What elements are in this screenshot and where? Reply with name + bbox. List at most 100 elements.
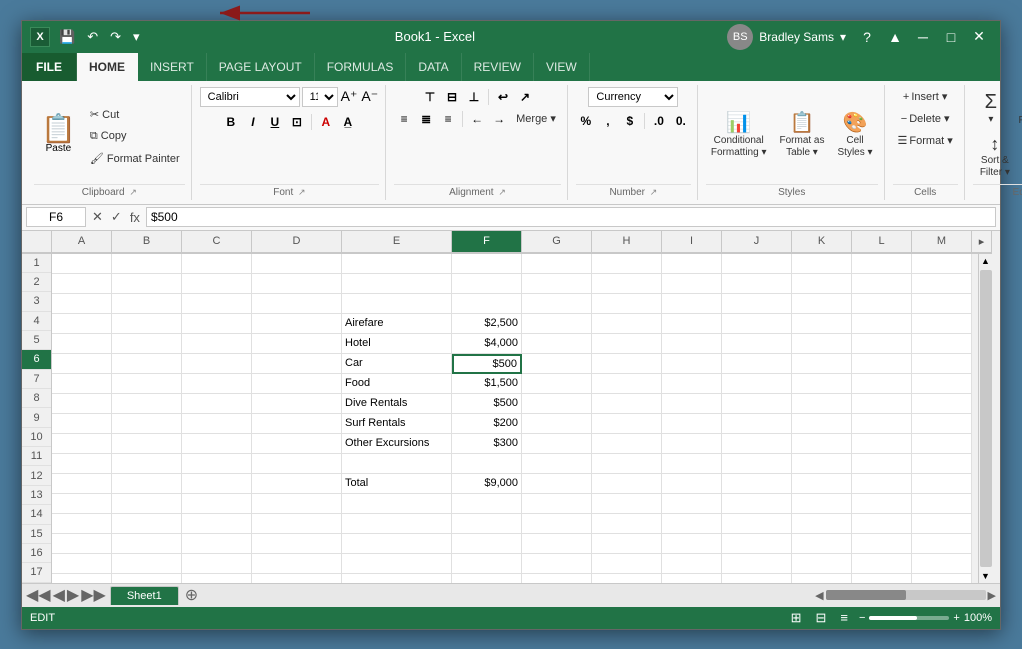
cell-i14[interactable] [662, 514, 722, 534]
col-header-i[interactable]: I [662, 231, 722, 253]
cell-d9[interactable] [252, 414, 342, 434]
col-header-k[interactable]: K [792, 231, 852, 253]
tab-review[interactable]: REVIEW [462, 53, 534, 81]
cell-f15[interactable] [452, 534, 522, 554]
cell-c17[interactable] [182, 574, 252, 583]
cell-m6[interactable] [912, 354, 972, 374]
sheet-nav-prev-button[interactable]: ◀ [53, 585, 65, 605]
cell-m5[interactable] [912, 334, 972, 354]
cell-c5[interactable] [182, 334, 252, 354]
customize-quick-access-button[interactable]: ▾ [130, 27, 143, 47]
row-header-4[interactable]: 4 [22, 312, 51, 331]
cell-c15[interactable] [182, 534, 252, 554]
cell-j1[interactable] [722, 254, 792, 274]
increase-decimal-button[interactable]: .0 [649, 111, 669, 131]
cell-k14[interactable] [792, 514, 852, 534]
cell-f5[interactable]: $4,000 [452, 334, 522, 354]
cell-e15[interactable] [342, 534, 452, 554]
col-header-e[interactable]: E [342, 231, 452, 253]
cell-l11[interactable] [852, 454, 912, 474]
cell-b17[interactable] [112, 574, 182, 583]
cell-d8[interactable] [252, 394, 342, 414]
number-expand-icon[interactable]: ↗ [650, 187, 658, 197]
cell-f12[interactable]: $9,000 [452, 474, 522, 494]
cell-h11[interactable] [592, 454, 662, 474]
cell-d15[interactable] [252, 534, 342, 554]
cell-h6[interactable] [592, 354, 662, 374]
number-format-select[interactable]: Currency [588, 87, 678, 107]
cell-b8[interactable] [112, 394, 182, 414]
cell-j16[interactable] [722, 554, 792, 574]
cell-h8[interactable] [592, 394, 662, 414]
cell-d7[interactable] [252, 374, 342, 394]
cell-a8[interactable] [52, 394, 112, 414]
cell-h3[interactable] [592, 294, 662, 314]
format-painter-button[interactable]: 🖌 Format Painter [85, 148, 185, 168]
cell-j5[interactable] [722, 334, 792, 354]
cell-g7[interactable] [522, 374, 592, 394]
cell-m16[interactable] [912, 554, 972, 574]
cell-g13[interactable] [522, 494, 592, 514]
cell-b11[interactable] [112, 454, 182, 474]
cell-e13[interactable] [342, 494, 452, 514]
cell-d11[interactable] [252, 454, 342, 474]
cell-k11[interactable] [792, 454, 852, 474]
middle-align-button[interactable]: ⊟ [442, 87, 462, 107]
cell-a10[interactable] [52, 434, 112, 454]
cell-j3[interactable] [722, 294, 792, 314]
sheet-tab-sheet1[interactable]: Sheet1 [110, 586, 179, 605]
cell-c9[interactable] [182, 414, 252, 434]
cell-k5[interactable] [792, 334, 852, 354]
bottom-align-button[interactable]: ⊥ [464, 87, 484, 107]
cell-m2[interactable] [912, 274, 972, 294]
cell-k3[interactable] [792, 294, 852, 314]
paste-button[interactable]: 📋 Paste [34, 112, 83, 157]
cell-e9[interactable]: Surf Rentals [342, 414, 452, 434]
col-header-f[interactable]: F [452, 231, 522, 253]
cell-d3[interactable] [252, 294, 342, 314]
cell-reference-input[interactable] [26, 207, 86, 227]
col-header-l[interactable]: L [852, 231, 912, 253]
font-family-select[interactable]: Calibri [200, 87, 300, 107]
cell-l8[interactable] [852, 394, 912, 414]
cell-k12[interactable] [792, 474, 852, 494]
font-expand-icon[interactable]: ↗ [298, 187, 306, 197]
cell-h16[interactable] [592, 554, 662, 574]
cell-j7[interactable] [722, 374, 792, 394]
cell-i3[interactable] [662, 294, 722, 314]
cell-h15[interactable] [592, 534, 662, 554]
cell-j8[interactable] [722, 394, 792, 414]
cell-h7[interactable] [592, 374, 662, 394]
row-header-5[interactable]: 5 [22, 331, 51, 350]
scroll-down-button[interactable]: ▼ [979, 569, 992, 583]
cell-c14[interactable] [182, 514, 252, 534]
cell-e6[interactable]: Car [342, 354, 452, 374]
cell-a1[interactable] [52, 254, 112, 274]
cell-g8[interactable] [522, 394, 592, 414]
cell-k1[interactable] [792, 254, 852, 274]
cell-c11[interactable] [182, 454, 252, 474]
insert-function-button[interactable]: fx [128, 209, 142, 226]
hscroll-track[interactable] [826, 590, 986, 600]
tab-insert[interactable]: INSERT [138, 53, 207, 81]
zoom-slider[interactable] [869, 616, 949, 620]
row-header-17[interactable]: 17 [22, 563, 51, 582]
decrease-font-button[interactable]: A⁻ [360, 87, 379, 106]
format-as-table-button[interactable]: 📋 Format asTable ▾ [774, 108, 829, 160]
row-header-12[interactable]: 12 [22, 466, 51, 485]
cell-a9[interactable] [52, 414, 112, 434]
cell-g12[interactable] [522, 474, 592, 494]
cell-m1[interactable] [912, 254, 972, 274]
cell-a15[interactable] [52, 534, 112, 554]
cell-h9[interactable] [592, 414, 662, 434]
sheet-nav-next-button[interactable]: ▶ [67, 585, 79, 605]
cell-e10[interactable]: Other Excursions [342, 434, 452, 454]
row-header-13[interactable]: 13 [22, 486, 51, 505]
cell-i7[interactable] [662, 374, 722, 394]
add-sheet-button[interactable]: ⊕ [179, 585, 204, 605]
cell-e11[interactable] [342, 454, 452, 474]
cell-a17[interactable] [52, 574, 112, 583]
cell-c12[interactable] [182, 474, 252, 494]
alignment-expand-icon[interactable]: ↗ [498, 187, 506, 197]
cell-h5[interactable] [592, 334, 662, 354]
